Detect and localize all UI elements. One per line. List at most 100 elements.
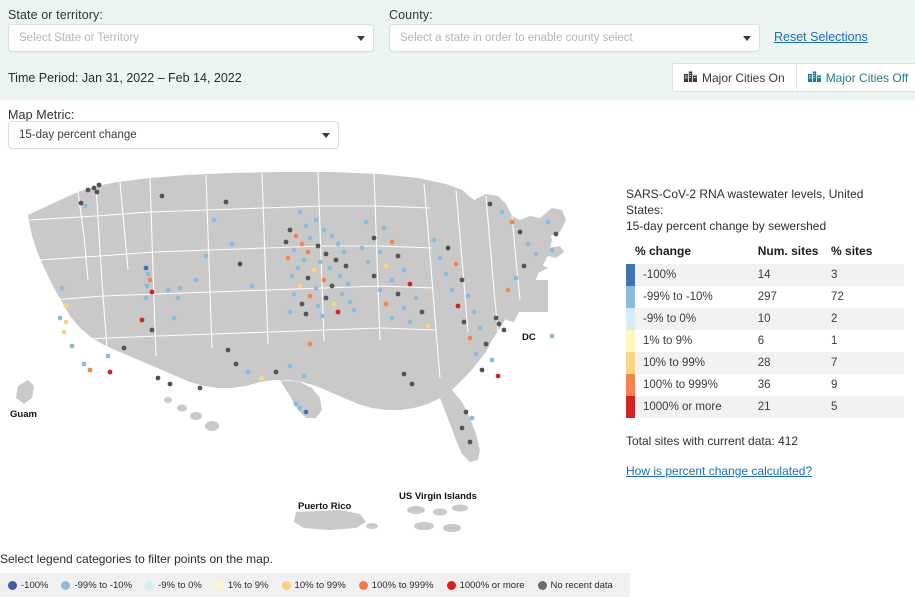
- state-field-label: State or territory:: [8, 8, 103, 22]
- legend-dot-icon: [145, 580, 155, 590]
- legend-table-header-row: % change Num. sites % sites: [626, 242, 904, 264]
- legend-swatch-cell: [626, 352, 635, 374]
- legend-dot-icon: [8, 580, 17, 590]
- legend-chip-100-to-999[interactable]: 100% to 999%: [358, 579, 434, 591]
- us-map-graphic: [16, 171, 566, 532]
- map-metric-value: 15-day percent change: [19, 129, 137, 141]
- legend-swatch-cell: [626, 374, 635, 396]
- legend-range-label: -9% to 0%: [635, 308, 758, 330]
- percent-change-help-link[interactable]: How is percent change calculated?: [626, 464, 812, 478]
- legend-chip-1000-or-more[interactable]: 1000% or more: [446, 579, 525, 591]
- major-cities-toggle-group: Major Cities On Major Cities Off: [672, 63, 915, 92]
- legend-table-body: -100% 14 3 -99% to -10% 297 72 -9% to 0%…: [626, 264, 904, 418]
- buildings-icon: [684, 71, 697, 85]
- legend-num-sites: 36: [757, 374, 832, 396]
- chevron-down-icon: [743, 35, 751, 41]
- legend-num-sites: 21: [757, 396, 832, 418]
- major-cities-on-label: Major Cities On: [702, 70, 785, 85]
- legend-chip-label: 1000% or more: [459, 579, 525, 591]
- legend-title: SARS-CoV-2 RNA wastewater levels, United…: [626, 186, 904, 234]
- legend-chip-label: 10% to 99%: [294, 579, 346, 591]
- choropleth-map[interactable]: DC Guam Puerto Rico US Virgin Islands: [0, 160, 615, 545]
- chevron-down-icon: [357, 35, 365, 41]
- legend-swatch-cell: [626, 286, 635, 308]
- legend-chip-minus-100[interactable]: -100%: [8, 580, 48, 591]
- legend-range-label: 10% to 99%: [635, 352, 758, 374]
- legend-dot-icon: [214, 580, 224, 590]
- table-row[interactable]: 1% to 9% 6 1: [626, 330, 904, 352]
- legend-pct-sites: 1: [831, 330, 904, 352]
- legend-chip-label: 1% to 9%: [227, 579, 269, 591]
- legend-summary-panel: SARS-CoV-2 RNA wastewater levels, United…: [626, 186, 904, 480]
- legend-chip-label: 100% to 999%: [371, 579, 434, 591]
- map-label-puerto-rico: Puerto Rico: [298, 501, 352, 512]
- major-cities-on-button[interactable]: Major Cities On: [673, 64, 796, 91]
- legend-chip-label: -99% to -10%: [74, 579, 133, 591]
- column-header-num-sites: Num. sites: [757, 244, 819, 258]
- column-header-pct-sites: % sites: [831, 244, 873, 258]
- legend-filter-bar: -100% -99% to -10% -9% to 0% 1% to 9% 10…: [0, 573, 630, 597]
- map-metric-select[interactable]: 15-day percent change: [8, 121, 339, 149]
- table-row[interactable]: 1000% or more 21 5: [626, 396, 904, 418]
- buildings-icon: [807, 71, 821, 85]
- major-cities-off-button[interactable]: Major Cities Off: [795, 64, 915, 91]
- county-select-placeholder: Select a state in order to enable county…: [400, 32, 633, 44]
- legend-pct-sites: 3: [831, 264, 904, 286]
- legend-chip-label: No recent data: [550, 579, 613, 591]
- legend-dot-icon: [61, 580, 71, 590]
- chevron-down-icon: [322, 132, 330, 138]
- legend-chip-label: -9% to 0%: [158, 579, 202, 591]
- legend-range-label: 1000% or more: [635, 396, 758, 418]
- legend-chip-minus-9-to-0[interactable]: -9% to 0%: [145, 580, 202, 591]
- table-row[interactable]: -99% to -10% 297 72: [626, 286, 904, 308]
- legend-pct-sites: 2: [831, 308, 904, 330]
- column-header-pct-change: % change: [635, 244, 692, 258]
- legend-title-line2: 15-day percent change by sewershed: [626, 219, 827, 233]
- legend-pct-sites: 9: [831, 374, 904, 396]
- county-field-label: County:: [389, 8, 433, 22]
- legend-dot-icon: [537, 580, 547, 590]
- map-label-guam: Guam: [10, 409, 37, 420]
- table-row[interactable]: -100% 14 3: [626, 264, 904, 286]
- legend-dot-icon: [446, 580, 456, 590]
- legend-pct-sites: 72: [831, 286, 904, 308]
- legend-num-sites: 6: [757, 330, 832, 352]
- color-swatch: [626, 264, 635, 286]
- legend-range-label: 1% to 9%: [635, 330, 758, 352]
- reset-selections-link[interactable]: Reset Selections: [774, 30, 868, 44]
- legend-chip-1-to-9[interactable]: 1% to 9%: [214, 579, 269, 591]
- legend-range-label: -100%: [635, 264, 758, 286]
- legend-num-sites: 10: [757, 308, 832, 330]
- legend-title-line1: SARS-CoV-2 RNA wastewater levels, United…: [626, 187, 864, 217]
- table-row[interactable]: 100% to 999% 36 9: [626, 374, 904, 396]
- legend-table: % change Num. sites % sites -100% 14 3 -…: [626, 242, 904, 418]
- color-swatch: [626, 308, 635, 330]
- time-period-text: Time Period: Jan 31, 2022 – Feb 14, 2022: [8, 71, 242, 85]
- legend-num-sites: 14: [757, 264, 832, 286]
- legend-chip-10-to-99[interactable]: 10% to 99%: [281, 579, 346, 591]
- color-swatch: [626, 286, 635, 308]
- legend-pct-sites: 7: [831, 352, 904, 374]
- map-metric-label: Map Metric:: [8, 108, 75, 122]
- color-swatch: [626, 352, 635, 374]
- legend-range-label: 100% to 999%: [635, 374, 758, 396]
- legend-pct-sites: 5: [831, 396, 904, 418]
- map-label-us-virgin-islands: US Virgin Islands: [399, 491, 477, 502]
- legend-dot-icon: [358, 580, 368, 590]
- legend-chip-minus-99-to-minus-10[interactable]: -99% to -10%: [61, 580, 132, 591]
- legend-swatch-cell: [626, 264, 635, 286]
- color-swatch: [626, 330, 635, 352]
- legend-dot-icon: [281, 580, 291, 590]
- county-select[interactable]: Select a state in order to enable county…: [389, 24, 760, 52]
- map-label-dc: DC: [522, 332, 536, 343]
- legend-chip-label: -100%: [21, 579, 49, 591]
- total-sites-text: Total sites with current data: 412: [626, 434, 799, 448]
- table-row[interactable]: 10% to 99% 28 7: [626, 352, 904, 374]
- major-cities-off-label: Major Cities Off: [825, 70, 909, 85]
- state-select-placeholder: Select State or Territory: [19, 32, 139, 44]
- legend-swatch-cell: [626, 308, 635, 330]
- state-select[interactable]: Select State or Territory: [8, 24, 374, 52]
- table-row[interactable]: -9% to 0% 10 2: [626, 308, 904, 330]
- legend-num-sites: 28: [757, 352, 832, 374]
- legend-chip-no-recent-data[interactable]: No recent data: [537, 579, 613, 591]
